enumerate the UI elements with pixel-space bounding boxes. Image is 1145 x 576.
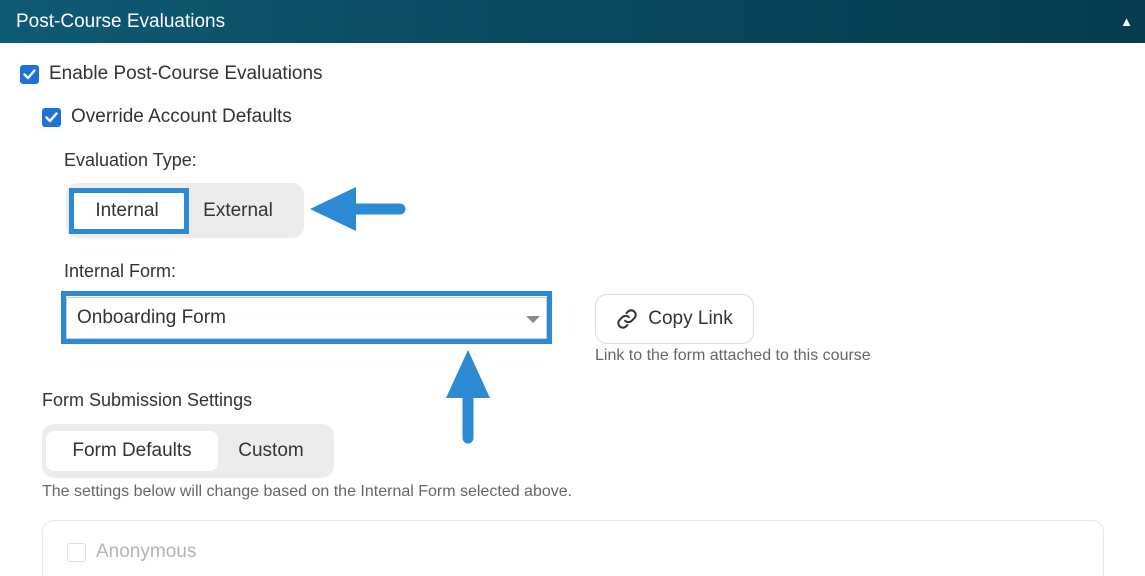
anonymous-checkbox: Anonymous [67,541,196,563]
triangle-up-icon[interactable]: ▲ [1120,14,1133,29]
submission-settings-panel: Anonymous [42,520,1104,576]
submission-form-defaults[interactable]: Form Defaults [46,431,218,471]
evaluation-type-label: Evaluation Type: [64,150,197,170]
submission-custom[interactable]: Custom [218,431,324,471]
enable-evaluations-checkbox[interactable]: Enable Post-Course Evaluations [20,63,323,85]
internal-form-value: Onboarding Form [77,307,226,328]
evaluation-type-internal[interactable]: Internal [70,190,184,231]
copy-link-button[interactable]: Copy Link [595,294,754,344]
checkbox-checked-icon[interactable] [20,64,39,84]
override-defaults-checkbox[interactable]: Override Account Defaults [42,106,292,128]
submission-settings-help-text: The settings below will change based on … [42,483,573,500]
anonymous-label: Anonymous [96,541,197,562]
evaluation-type-external[interactable]: External [184,191,292,231]
link-icon [617,309,637,329]
override-defaults-label: Override Account Defaults [71,106,292,127]
internal-form-label: Internal Form: [64,261,177,281]
internal-form-select[interactable]: Onboarding Form [66,297,547,339]
evaluation-type-toggle[interactable]: Internal External [66,183,304,238]
checkbox-checked-icon[interactable] [42,107,61,127]
submission-settings-label: Form Submission Settings [42,390,253,410]
copy-link-label: Copy Link [648,308,733,329]
enable-evaluations-label: Enable Post-Course Evaluations [49,63,323,84]
annotation-arrow-up-icon [446,350,490,444]
submission-settings-toggle[interactable]: Form Defaults Custom [42,424,334,478]
annotation-arrow-left-icon [310,187,406,231]
section-title: Post-Course Evaluations [16,10,226,32]
copy-link-help-text: Link to the form attached to this course [595,347,871,364]
checkbox-unchecked-icon [67,542,86,562]
section-header[interactable]: Post-Course Evaluations ▲ [0,0,1145,43]
caret-down-icon[interactable] [526,316,540,323]
